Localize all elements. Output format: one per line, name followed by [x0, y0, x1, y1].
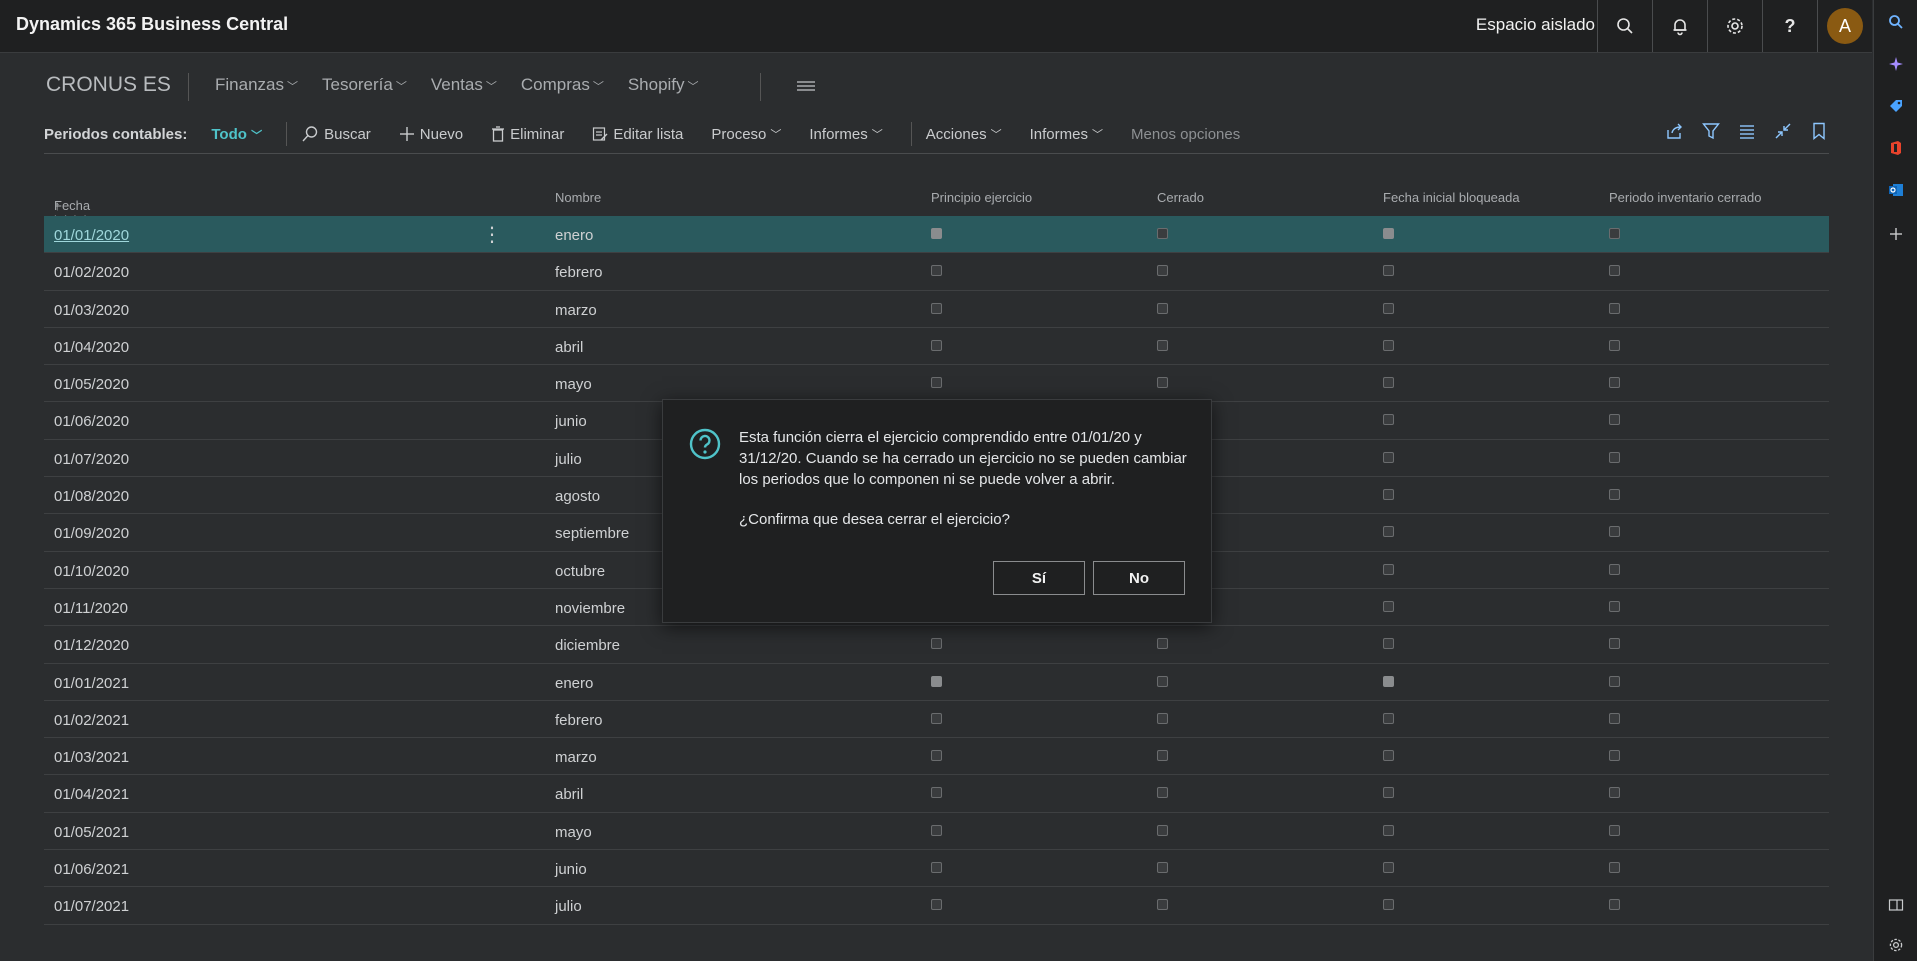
question-icon — [689, 428, 721, 460]
confirm-close-year-dialog: Esta función cierra el ejercicio compren… — [662, 399, 1212, 623]
yes-button[interactable]: Sí — [993, 561, 1085, 595]
dialog-question: ¿Confirma que desea cerrar el ejercicio? — [739, 511, 1010, 528]
dialog-overlay: Esta función cierra el ejercicio compren… — [0, 0, 1917, 961]
dialog-message: Esta función cierra el ejercicio compren… — [739, 429, 1187, 488]
no-button[interactable]: No — [1093, 561, 1185, 595]
